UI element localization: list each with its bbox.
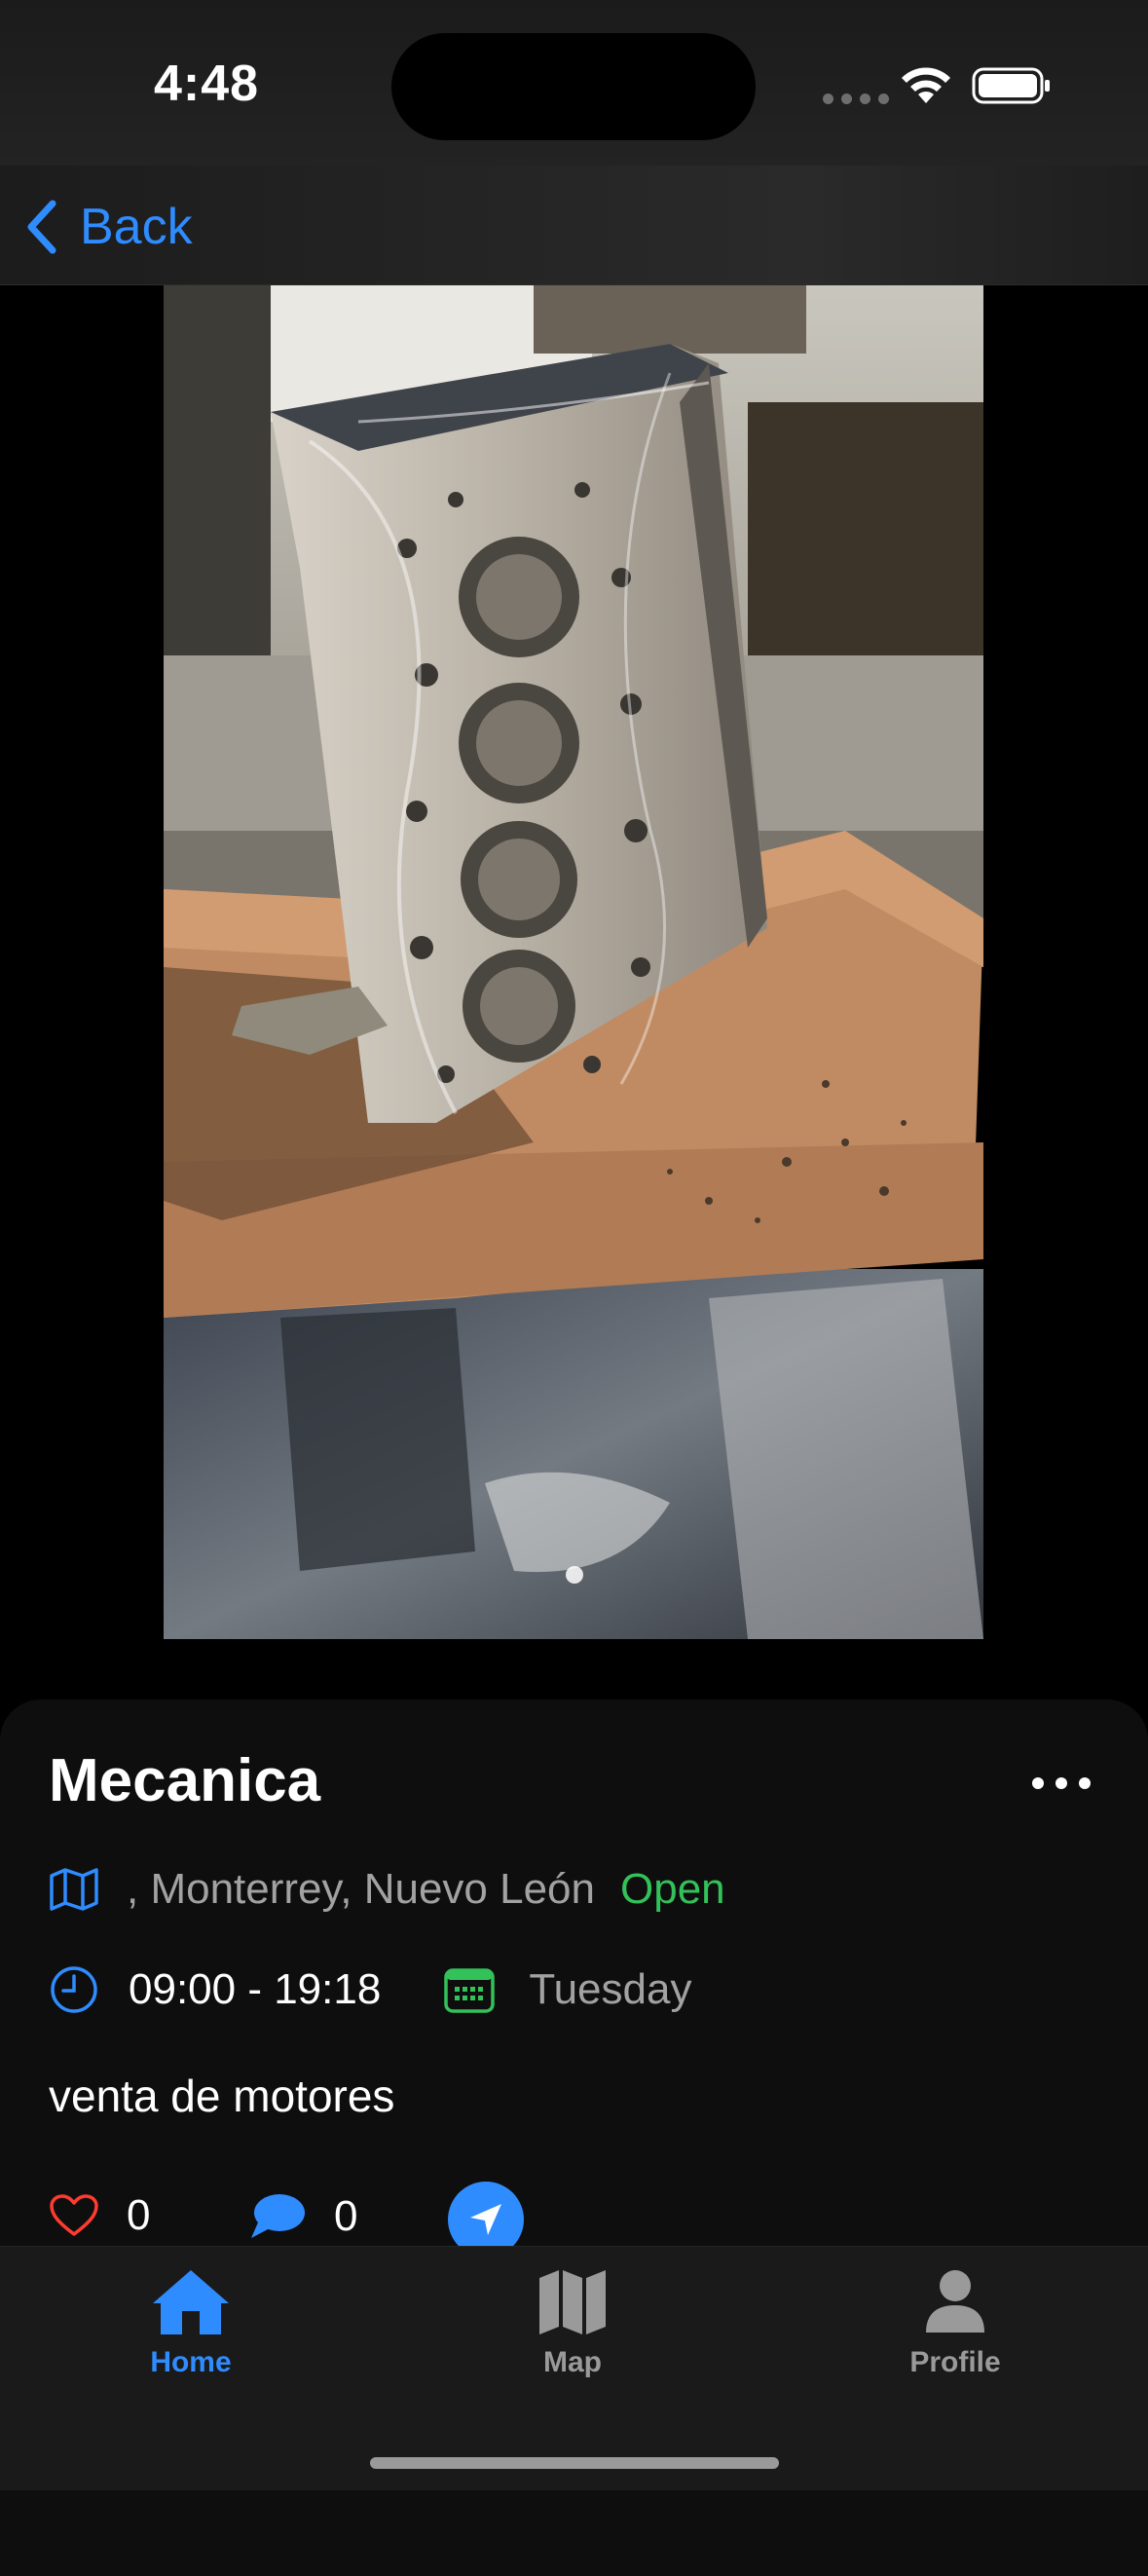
location-arrow-icon xyxy=(470,2204,501,2235)
like-count: 0 xyxy=(127,2191,151,2239)
battery-icon xyxy=(972,67,1050,104)
back-button[interactable]: Back xyxy=(23,193,193,261)
listing-photo-carousel[interactable] xyxy=(0,285,1148,1707)
home-indicator[interactable] xyxy=(370,2457,779,2469)
location-text: , Monterrey, Nuevo León xyxy=(127,1865,595,1913)
like-button[interactable]: 0 xyxy=(49,2191,150,2240)
location-row: , Monterrey, Nuevo León Open xyxy=(49,1865,725,1914)
person-icon xyxy=(926,2270,984,2333)
schedule-row: 09:00 - 19:18 Tuesday xyxy=(49,1964,691,2015)
heart-icon xyxy=(50,2194,98,2236)
map-icon xyxy=(50,1868,98,1911)
tab-profile[interactable]: Profile xyxy=(858,2266,1053,2379)
day-text: Tuesday xyxy=(529,1965,692,2013)
page-indicator-dot xyxy=(566,1566,583,1584)
status-bar: 4:48 xyxy=(0,0,1148,166)
hours-text: 09:00 - 19:18 xyxy=(129,1965,382,2013)
more-options-button[interactable] xyxy=(1032,1777,1091,1789)
navigation-bar: Back xyxy=(0,166,1148,285)
chevron-left-icon xyxy=(27,200,56,254)
wifi-icon xyxy=(902,67,950,103)
dynamic-island xyxy=(391,33,756,140)
listing-description: venta de motores xyxy=(49,2071,395,2121)
house-icon xyxy=(153,2270,229,2334)
tab-map-label: Map xyxy=(543,2346,602,2378)
tab-map[interactable]: Map xyxy=(475,2266,670,2379)
tab-profile-label: Profile xyxy=(909,2346,1001,2378)
tab-bar: Home Map Profile xyxy=(0,2246,1148,2490)
listing-title: Mecanica xyxy=(49,1747,321,1814)
clock-icon xyxy=(51,1966,97,2013)
calendar-icon xyxy=(444,1968,496,2013)
open-status: Open xyxy=(620,1865,725,1913)
listing-photo xyxy=(164,285,983,1639)
comment-count: 0 xyxy=(334,2192,358,2240)
cellular-signal-icon xyxy=(823,93,889,104)
tab-home-label: Home xyxy=(150,2346,232,2378)
tab-home[interactable]: Home xyxy=(93,2266,288,2379)
speech-bubble-icon xyxy=(251,2194,305,2238)
status-time: 4:48 xyxy=(154,56,260,112)
back-button-label: Back xyxy=(80,199,193,255)
comment-button[interactable]: 0 xyxy=(248,2191,357,2242)
map-icon xyxy=(539,2270,606,2334)
